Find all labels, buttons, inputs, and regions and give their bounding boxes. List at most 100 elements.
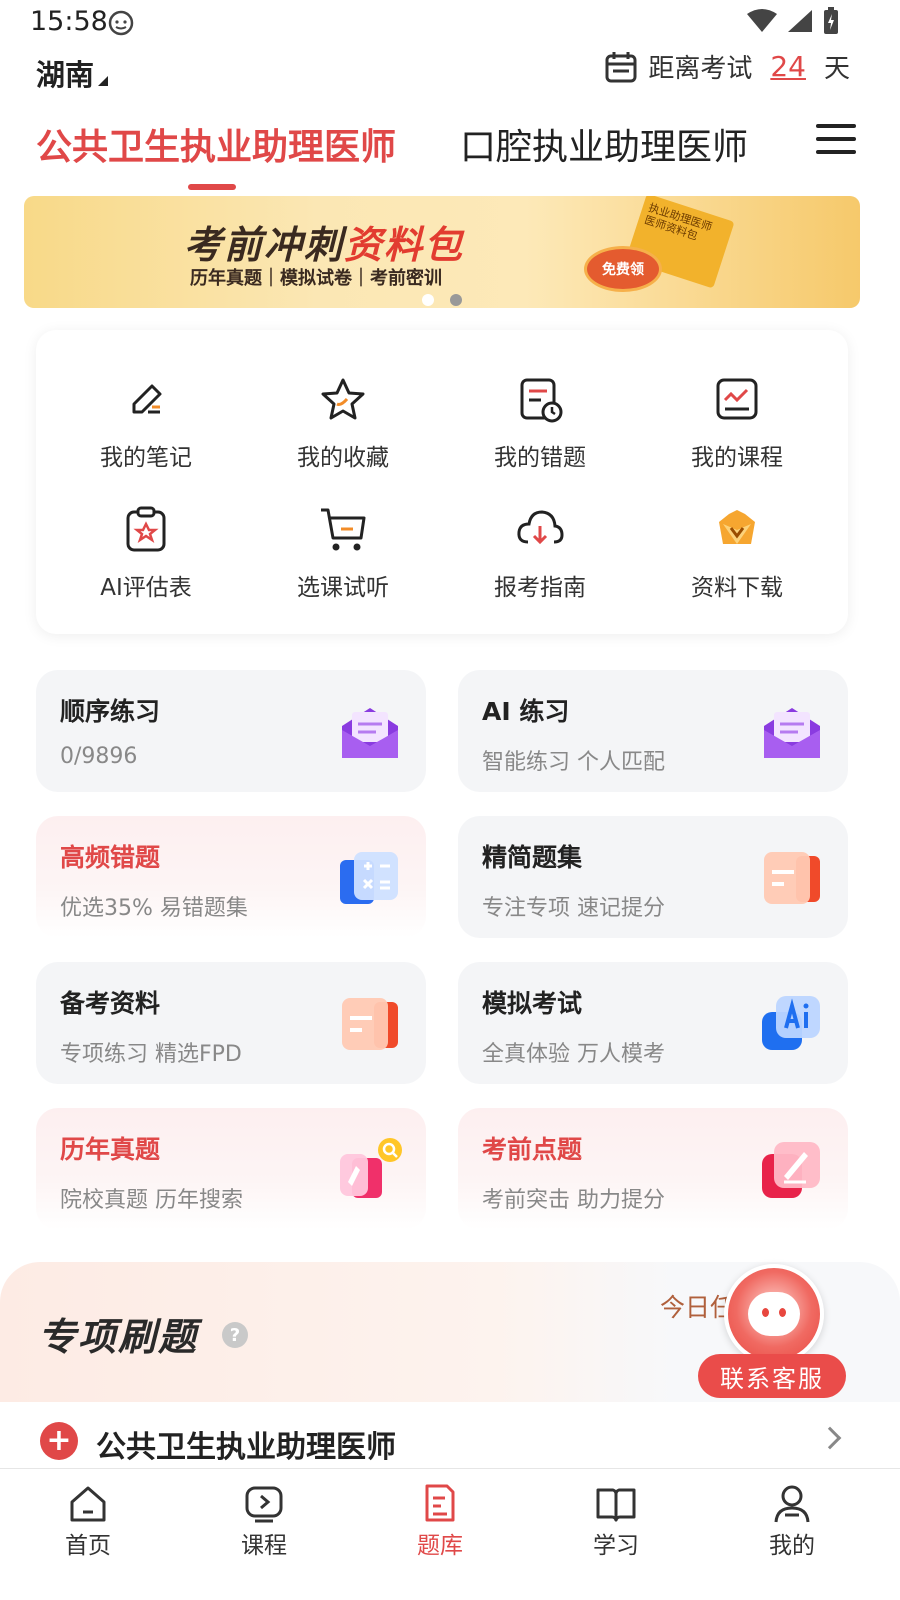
card-subtitle: 优选35% 易错题集	[60, 896, 248, 921]
promo-banner[interactable]: 考前冲刺资料包 历年真题｜模拟试卷｜考前密训 执业助理医师 医师资料包 免费领	[24, 196, 860, 308]
card-exam-materials[interactable]: 备考资料 专项练习 精选FPD	[36, 962, 426, 1084]
quick-item-label: 选课试听	[297, 575, 389, 601]
expand-plus-icon[interactable]: +	[40, 1422, 78, 1460]
card-title: 考前点题	[482, 1135, 583, 1164]
card-title: 精简题集	[482, 843, 583, 872]
course-chart-icon	[716, 378, 758, 420]
card-frequent-errors[interactable]: 高频错题 优选35% 易错题集	[36, 816, 426, 938]
quick-item-notes[interactable]: 我的笔记	[48, 374, 244, 494]
province-label: 湖南	[36, 58, 95, 92]
card-subtitle: 全真体验 万人模考	[482, 1042, 665, 1067]
card-title: 历年真题	[60, 1135, 161, 1164]
banner-subtitle: 历年真题｜模拟试卷｜考前密训	[190, 268, 442, 289]
book-icon	[596, 1488, 636, 1522]
search-doc-icon	[340, 1138, 402, 1198]
app-screen: 15:58 湖南 距离考试 24 天 公共卫生执业助理医师 口腔执业助理医师 考…	[0, 0, 900, 1600]
card-title: 顺序练习	[60, 697, 161, 726]
quick-item-downloads[interactable]: 资料下载	[639, 504, 835, 624]
nav-study[interactable]: 学习	[556, 1482, 676, 1562]
banner-dot-active	[450, 294, 462, 306]
nav-label: 学习	[593, 1533, 639, 1559]
card-concise-set[interactable]: 精简题集 专注专项 速记提分	[458, 816, 848, 938]
province-selector[interactable]: 湖南	[36, 52, 109, 94]
user-icon	[774, 1485, 810, 1523]
wifi-icon	[747, 9, 777, 32]
tab-dental[interactable]: 口腔执业助理医师	[460, 118, 748, 170]
card-sequential-practice[interactable]: 顺序练习 0/9896	[36, 670, 426, 792]
battery-icon	[824, 7, 838, 34]
card-mock-exam[interactable]: 模拟考试 全真体验 万人模考	[458, 962, 848, 1084]
help-icon[interactable]: ?	[222, 1322, 248, 1348]
quick-item-wrong-questions[interactable]: 我的错题	[442, 374, 638, 494]
banner-seal: 免费领	[584, 246, 662, 292]
crown-icon	[719, 510, 755, 544]
quick-item-exam-guide[interactable]: 报考指南	[442, 504, 638, 624]
banner-title-part2: 资料包	[344, 223, 465, 267]
card-pre-exam-tips[interactable]: 考前点题 考前突击 助力提分	[458, 1108, 848, 1230]
tab-public-health[interactable]: 公共卫生执业助理医师	[36, 118, 396, 170]
nav-label: 我的	[769, 1533, 815, 1559]
banner-title: 考前冲刺资料包	[184, 214, 464, 269]
nav-courses[interactable]: 课程	[204, 1482, 324, 1562]
status-icons	[746, 6, 840, 36]
countdown-days: 24	[770, 50, 806, 83]
card-title: 备考资料	[60, 989, 161, 1018]
exam-countdown[interactable]: 距离考试 24 天	[604, 48, 850, 85]
status-time: 15:58	[30, 6, 108, 37]
quick-item-label: 我的课程	[691, 445, 783, 471]
tab-active-indicator	[188, 184, 236, 190]
signal-icon	[788, 10, 812, 32]
pencil-note-icon	[132, 384, 162, 414]
card-past-papers[interactable]: 历年真题 院校真题 历年搜索	[36, 1108, 426, 1230]
card-subtitle: 院校真题 历年搜索	[60, 1188, 243, 1213]
cart-icon	[321, 508, 366, 551]
nav-label: 首页	[65, 1533, 111, 1559]
question-bank-icon	[425, 1484, 455, 1522]
nav-label: 课程	[241, 1533, 287, 1559]
category-label: 公共卫生执业助理医师	[96, 1430, 396, 1465]
quick-item-ai-assessment[interactable]: AI评估表	[48, 504, 244, 624]
card-subtitle: 专注专项 速记提分	[482, 896, 665, 921]
card-subtitle: 智能练习 个人匹配	[482, 750, 665, 775]
customer-service-button[interactable]: 联系客服	[698, 1354, 846, 1398]
notification-face-icon	[108, 10, 134, 36]
orange-folder-icon	[342, 998, 398, 1050]
quick-item-label: 我的错题	[494, 445, 586, 471]
purple-envelope-icon	[764, 708, 820, 758]
quick-item-courses[interactable]: 我的课程	[639, 374, 835, 494]
card-ai-practice[interactable]: AI 练习 智能练习 个人匹配	[458, 670, 848, 792]
quick-item-label: AI评估表	[100, 575, 192, 601]
quick-item-favorites[interactable]: 我的收藏	[245, 374, 441, 494]
play-course-icon	[245, 1486, 283, 1523]
nav-label: 题库	[417, 1533, 463, 1559]
nav-question-bank[interactable]: 题库	[380, 1482, 500, 1562]
purple-envelope-icon	[342, 708, 398, 758]
banner-dot	[422, 294, 434, 306]
banner-title-part1: 考前冲刺	[184, 223, 345, 267]
countdown-prefix: 距离考试	[648, 54, 753, 84]
customer-service-face-icon	[748, 1292, 800, 1336]
wrong-questions-icon	[520, 378, 563, 423]
clipboard-star-icon	[126, 506, 166, 552]
star-icon	[321, 378, 365, 420]
quick-item-trial-class[interactable]: 选课试听	[245, 504, 441, 624]
card-subtitle: 专项练习 精选FPD	[60, 1042, 242, 1067]
cloud-download-icon	[517, 510, 564, 545]
menu-icon[interactable]	[816, 124, 856, 154]
pink-pen-icon	[762, 1142, 820, 1198]
quick-item-label: 资料下载	[691, 575, 783, 601]
ai-badge-icon	[762, 996, 820, 1050]
quick-item-label: 我的收藏	[297, 445, 389, 471]
nav-home[interactable]: 首页	[28, 1482, 148, 1562]
quick-item-label: 我的笔记	[100, 445, 192, 471]
countdown-suffix: 天	[823, 54, 850, 84]
card-title: 模拟考试	[482, 989, 583, 1018]
card-subtitle: 0/9896	[60, 744, 138, 769]
card-title: AI 练习	[482, 697, 570, 726]
special-practice-title: 专项刷题	[38, 1315, 199, 1359]
orange-folder-icon	[764, 852, 820, 904]
home-icon	[70, 1486, 106, 1522]
nav-profile[interactable]: 我的	[732, 1482, 852, 1562]
dropdown-triangle-icon	[98, 76, 109, 86]
calendar-icon	[605, 51, 637, 82]
